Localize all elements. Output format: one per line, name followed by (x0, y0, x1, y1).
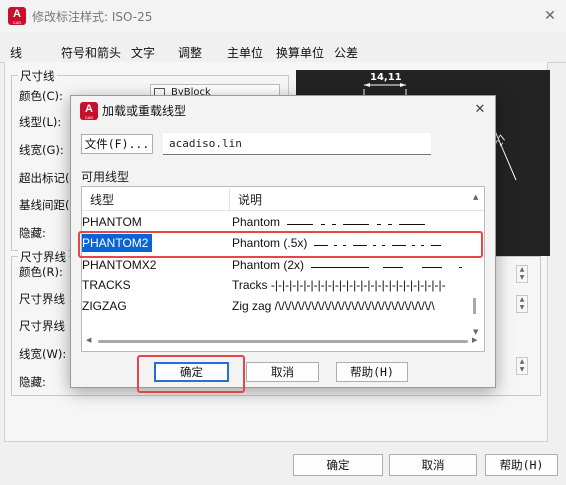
tab-symbols-arrows[interactable]: 符号和箭头 (61, 44, 121, 61)
linetype-label: 线型(L): (19, 115, 62, 129)
tab-text[interactable]: 文字 (131, 44, 155, 61)
scroll-up-icon[interactable]: ▲ (473, 193, 478, 201)
preview-dim-text: 14,11 (370, 72, 402, 83)
spinner-3[interactable]: ▲ ▼ (516, 357, 528, 375)
tab-tolerances[interactable]: 公差 (334, 44, 358, 61)
linetype-pattern (283, 214, 426, 228)
tab-lines[interactable]: 线 (10, 44, 22, 61)
row-name-zigzag[interactable]: ZIGZAG (82, 299, 127, 313)
ext-line2-label: 尺寸界线 (19, 319, 65, 333)
color-label: 颜色(C): (19, 89, 63, 103)
spinner-1[interactable]: ▲ ▼ (516, 265, 528, 283)
row-name-tracks[interactable]: TRACKS (82, 278, 131, 292)
header-divider (82, 210, 484, 211)
outer-help-button[interactable]: 帮助(H) (485, 454, 558, 476)
tab-alternate-units[interactable]: 换算单位 (276, 44, 324, 61)
ext-lines-group-label: 尺寸界线 (18, 249, 68, 265)
file-name-field[interactable]: acadiso.lin (163, 133, 431, 155)
dialog-logo-icon: A CAD (80, 102, 98, 120)
outer-close-icon[interactable]: ✕ (536, 4, 564, 28)
tab-fit[interactable]: 调整 (178, 44, 202, 61)
dialog-cancel-button[interactable]: 取消 (246, 362, 319, 382)
outer-cancel-button[interactable]: 取消 (389, 454, 477, 476)
col-header-linetype[interactable]: 线型 (90, 191, 114, 208)
ext-color-label: 颜色(R): (19, 265, 63, 279)
autocad-logo-icon: A CAD (8, 7, 26, 25)
col-header-description[interactable]: 说明 (238, 191, 262, 208)
row-desc-phantom[interactable]: Phantom (232, 214, 426, 229)
row-desc-phantomx2[interactable]: Phantom (2x) (232, 257, 463, 272)
scroll-down-icon[interactable]: ▼ (473, 328, 478, 336)
horizontal-scrollbar-thumb[interactable] (98, 340, 468, 343)
ext-weight-label: 线宽(W): (19, 347, 67, 361)
available-linetypes-label: 可用线型 (81, 170, 130, 184)
row-desc-zigzag[interactable]: Zig zag /\/\/\/\/\/\/\/\/\/\/\/\/\/\/\/\… (232, 299, 468, 313)
vertical-scrollbar-thumb[interactable] (473, 298, 476, 314)
dialog-help-button[interactable]: 帮助(H) (336, 362, 408, 382)
row-desc-text: Phantom (2x) (232, 258, 305, 272)
row-name-phantom[interactable]: PHANTOM (82, 215, 142, 229)
linetype-pattern (307, 257, 463, 271)
scroll-right-icon[interactable]: ▶ (472, 336, 477, 344)
outer-window-title: 修改标注样式: ISO-25 (32, 10, 153, 24)
row-name-phantomx2[interactable]: PHANTOMX2 (82, 258, 156, 272)
baseline-spacing-label: 基线间距( (19, 198, 70, 212)
dialog-close-icon[interactable]: ✕ (467, 98, 493, 122)
lineweight-label: 线宽(G): (19, 143, 64, 157)
extend-beyond-label: 超出标记( (19, 171, 70, 185)
row-desc-tracks[interactable]: Tracks -|-|-|-|-|-|-|-|-|-|-|-|-|-|-|-|-… (232, 278, 446, 292)
row-desc-text: Phantom (232, 215, 281, 229)
hide-label: 隐藏: (19, 226, 46, 240)
tab-primary-units[interactable]: 主单位 (227, 44, 263, 61)
col-separator (229, 188, 230, 210)
outer-ok-button[interactable]: 确定 (293, 454, 383, 476)
spinner-2[interactable]: ▲ ▼ (516, 295, 528, 313)
file-button[interactable]: 文件(F)... (81, 134, 153, 154)
scroll-left-icon[interactable]: ◀ (86, 336, 91, 344)
highlight-box-ok-button (137, 355, 245, 393)
ext-line1-label: 尺寸界线 (19, 292, 65, 306)
dim-lines-group-label: 尺寸线 (18, 68, 57, 84)
ext-hide-label: 隐藏: (19, 375, 46, 389)
dialog-title: 加载或重载线型 (102, 104, 187, 118)
highlight-box-selected-row (78, 231, 483, 258)
